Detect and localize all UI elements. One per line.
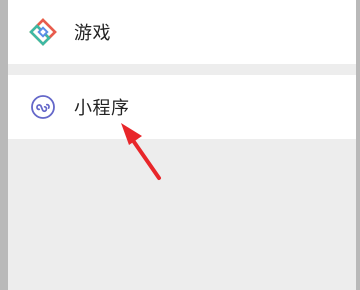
window-frame-right xyxy=(356,0,360,290)
menu-item-games[interactable]: 游戏 xyxy=(8,0,356,64)
menu-item-games-label: 游戏 xyxy=(74,23,111,44)
window-frame-left xyxy=(0,0,8,290)
menu-item-mini-program-label: 小程序 xyxy=(74,98,130,119)
games-diamond-icon xyxy=(28,17,58,47)
mini-program-icon xyxy=(28,92,58,122)
menu-item-mini-program[interactable]: 小程序 xyxy=(8,75,356,139)
annotation-arrow-shaft xyxy=(130,137,161,180)
